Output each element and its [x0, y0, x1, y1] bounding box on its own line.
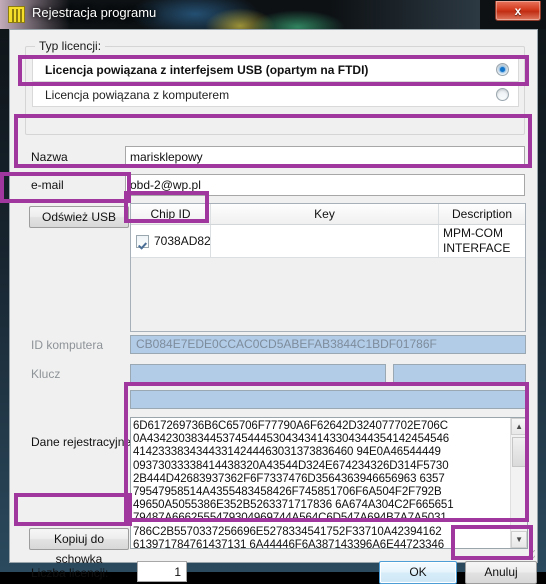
registration-data-label: Dane rejestracyjne [31, 435, 132, 449]
column-header-key[interactable]: Key [211, 204, 439, 224]
resize-grip-icon[interactable] [525, 550, 535, 560]
cancel-button[interactable]: Anuluj [465, 561, 537, 584]
name-input[interactable] [125, 146, 525, 168]
description-line-2: INTERFACE [443, 241, 511, 255]
window-titlebar: Rejestracja programu x [0, 0, 546, 29]
chip-table-empty-area [131, 258, 525, 331]
key-field-1 [130, 364, 386, 383]
license-type-group-title: Typ licencji: [35, 39, 106, 53]
column-header-chip-id[interactable]: Chip ID [131, 204, 211, 224]
cell-chip-id[interactable]: 7038AD82 [131, 225, 211, 257]
chip-table-header: Chip ID Key Description [131, 204, 525, 225]
registration-data-container: 6D617269736B6C65706F77790A6F62642D324077… [130, 417, 528, 549]
scrollbar-thumb[interactable] [512, 437, 528, 467]
window-title: Rejestracja programu [32, 5, 157, 20]
registration-data-textarea[interactable]: 6D617269736B6C65706F77790A6F62642D324077… [131, 418, 511, 548]
name-row: Nazwa [25, 146, 525, 168]
chip-table[interactable]: Chip ID Key Description 7038AD82 MPM-COM… [130, 203, 526, 332]
close-button[interactable]: x [495, 1, 541, 21]
license-option-computer-label: Licencja powiązana z komputerem [45, 87, 230, 102]
key-field-2 [393, 364, 526, 383]
book-icon [8, 6, 25, 23]
computer-id-label: ID komputera [31, 338, 104, 352]
chip-select-checkbox[interactable] [136, 234, 149, 248]
radio-computer-icon[interactable] [496, 88, 509, 101]
registration-data-scrollbar[interactable]: ▲ ▼ [510, 418, 528, 548]
scroll-up-icon[interactable]: ▲ [511, 418, 528, 435]
application-window: Rejestracja programu x Typ licencji: Lic… [0, 0, 546, 584]
license-type-group: Typ licencji: Licencja powiązana z inter… [25, 39, 525, 135]
desktop-bleed-e [330, 0, 480, 29]
radio-usb-icon[interactable] [496, 63, 509, 76]
cell-key[interactable] [211, 225, 439, 257]
license-count-label: Liczba licencji: [31, 566, 109, 580]
key-label: Klucz [31, 367, 61, 381]
copy-to-clipboard-button[interactable]: Kopiuj do schowka [29, 528, 129, 566]
license-option-computer[interactable]: Licencja powiązana z komputerem [32, 82, 519, 107]
cell-description[interactable]: MPM-COM INTERFACE [439, 225, 525, 257]
email-label: e-mail [31, 178, 64, 192]
computer-id-field: CB084E7EDE0CCAC0CD5ABEFAB3844C1BDF01786F [130, 335, 526, 354]
license-option-usb-label: Licencja powiązana z interfejsem USB (op… [45, 62, 369, 77]
name-label: Nazwa [31, 150, 68, 164]
scroll-down-icon[interactable]: ▼ [511, 531, 528, 548]
email-input[interactable] [125, 174, 525, 196]
email-row: e-mail [25, 174, 525, 196]
chip-id-value: 7038AD82 [154, 234, 211, 248]
column-header-description[interactable]: Description [439, 204, 525, 224]
ok-button[interactable]: OK [379, 561, 457, 584]
license-option-usb[interactable]: Licencja powiązana z interfejsem USB (op… [32, 57, 519, 82]
key-field-3 [130, 390, 526, 409]
dialog-client-area: Typ licencji: Licencja powiązana z inter… [9, 29, 538, 584]
refresh-usb-button[interactable]: Odśwież USB [29, 206, 129, 228]
table-row[interactable]: 7038AD82 MPM-COM INTERFACE [131, 225, 525, 258]
description-line-1: MPM-COM [443, 226, 503, 240]
